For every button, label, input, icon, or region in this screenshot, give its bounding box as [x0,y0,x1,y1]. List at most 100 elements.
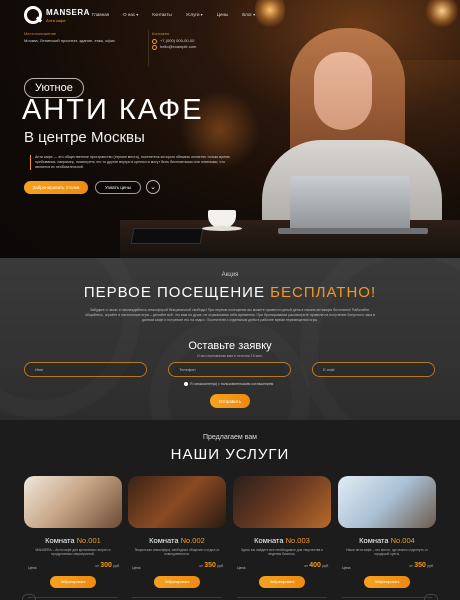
promo-title-accent: БЕСПЛАТНО! [270,284,377,301]
service-card: Комната No.003 Здесь вы найдете все необх… [233,476,331,600]
room-price: от 350 руб. [199,562,224,569]
consent-checkbox[interactable] [184,382,188,386]
room-name-label: Комната [254,536,286,545]
chevron-down-icon[interactable]: ⌄ [146,180,160,194]
room-description: Здесь вы найдете все необходимое для тво… [240,548,324,557]
room-description: Наше анти кафе – это место, где можно от… [346,548,428,557]
price-value: 350 [414,562,426,569]
email-field[interactable]: E-mail [312,362,435,377]
name-field[interactable]: Имя [24,362,147,377]
lamp-glow [425,0,459,28]
room-name-label: Комната [45,536,77,545]
hero-photo-face [314,52,372,130]
room-name: Комната No.001 [24,536,122,545]
nav-item[interactable]: Услуги [186,12,203,17]
room-name-label: Комната [359,536,391,545]
decor-swirl [0,258,140,418]
decor-swirl [300,258,460,420]
price-value: 300 [100,562,112,569]
hero-description: Анти кафе — это общественное пространств… [30,155,230,170]
price-value: 350 [204,562,216,569]
price-unit: руб. [217,564,224,568]
room-price: от 300 руб. [95,562,120,569]
promo-text: Забудьте о часах и наслаждайтесь атмосфе… [84,308,376,322]
room-photo [233,476,331,528]
room-name: Комната No.003 [233,536,331,545]
phone-field[interactable]: Телефон [168,362,291,377]
room-photo [24,476,122,528]
tablet-image [130,228,204,244]
room-name: Комната No.004 [338,536,436,545]
price-prefix: от [304,564,308,568]
price-label: Цена [342,566,351,570]
room-number: No.001 [76,536,101,545]
services-label: Предлагаем вам [202,434,257,441]
price-prefix: от [95,564,99,568]
room-description: Творческая атмосфера, свободное общение … [134,548,220,557]
carousel-prev-button[interactable] [22,594,36,600]
nav-item[interactable]: О нас [123,12,138,17]
room-photo [338,476,436,528]
promo-title-main: ПЕРВОЕ ПОСЕЩЕНИЕ [83,284,271,301]
book-room-button[interactable]: Забронировать [259,576,305,588]
submit-button[interactable]: Отправить [210,394,250,408]
carousel-next-button[interactable] [424,594,438,600]
main-nav: Главная О нас Контакты Услуги Цены Блог [92,12,269,17]
promo-section: Акция ПЕРВОЕ ПОСЕЩЕНИЕ БЕСПЛАТНО! Забудь… [0,258,460,420]
location-text: Москва, Ленинский проспект, здание, этаж… [24,38,115,43]
hero-title: АНТИ КАФЕ [22,94,204,126]
book-room-button[interactable]: Забронировать [154,576,200,588]
room-number: No.003 [285,536,310,545]
price-prefix: от [199,564,203,568]
price-prefix: от [409,564,413,568]
hero-section: MANSERA Анти кафе Главная О нас Контакты Ус… [0,0,460,258]
book-room-button[interactable]: Забронировать [364,576,410,588]
room-price: от 400 руб. [304,562,329,569]
laptop-base [278,228,428,234]
price-label: Цена [28,566,37,570]
consent-label: Я ознакомлен(а) с пользовательским согла… [190,381,274,386]
header-divider [148,30,149,66]
room-number: No.002 [180,536,205,545]
promo-label: Акция [221,272,239,278]
service-card: Комната No.001 MANSERA – Анти кафе для кр… [24,476,122,600]
service-card: Комната No.002 Творческая атмосфера, своб… [128,476,226,600]
price-unit: руб. [427,564,434,568]
nav-item[interactable]: Главная [92,12,109,17]
logo-name[interactable]: MANSERA [46,8,90,17]
services-title: НАШИ УСЛУГИ [170,446,290,463]
email-link[interactable]: hello@example.com [160,44,196,49]
promo-title: ПЕРВОЕ ПОСЕЩЕНИЕ БЕСПЛАТНО! [0,284,460,301]
nav-item[interactable]: Блог [242,12,255,17]
price-unit: руб. [322,564,329,568]
price-label: Цена [237,566,246,570]
form-title: Оставьте заявку [188,340,272,352]
service-card: Комната No.004 Наше анти кафе – это место… [338,476,436,600]
phone-link[interactable]: +7 (000) 000-00-00 [160,38,194,43]
price-unit: руб. [113,564,120,568]
room-description: MANSERA – Анти кафе для креативных встре… [35,548,111,557]
room-photo [128,476,226,528]
phone-icon [152,39,157,44]
mail-icon [152,45,157,50]
check-prices-button[interactable]: Узнать цены [95,181,141,194]
book-table-button[interactable]: Забронировать столик [24,181,88,194]
services-section: Предлагаем вам НАШИ УСЛУГИ Комната No.00… [0,420,460,600]
nav-item[interactable]: Контакты [152,12,171,17]
logo-subtitle: Анти кафе [46,18,66,23]
location-heading: Местоположение [24,31,57,36]
form-subtitle: И мы перезвоним вам в течении 15 мин. [197,354,263,358]
laptop-image [290,176,410,232]
hero-subtitle: В центре Москвы [24,129,145,146]
price-label: Цена [132,566,141,570]
price-value: 400 [309,562,321,569]
contacts-heading: Контакты [152,31,170,36]
room-number: No.004 [390,536,415,545]
room-name-label: Комната [149,536,181,545]
room-name: Комната No.002 [128,536,226,545]
nav-item[interactable]: Цены [217,12,229,17]
logo-icon[interactable] [24,6,42,24]
room-price: от 350 руб. [409,562,434,569]
saucer-image [202,226,242,231]
book-room-button[interactable]: Забронировать [50,576,96,588]
